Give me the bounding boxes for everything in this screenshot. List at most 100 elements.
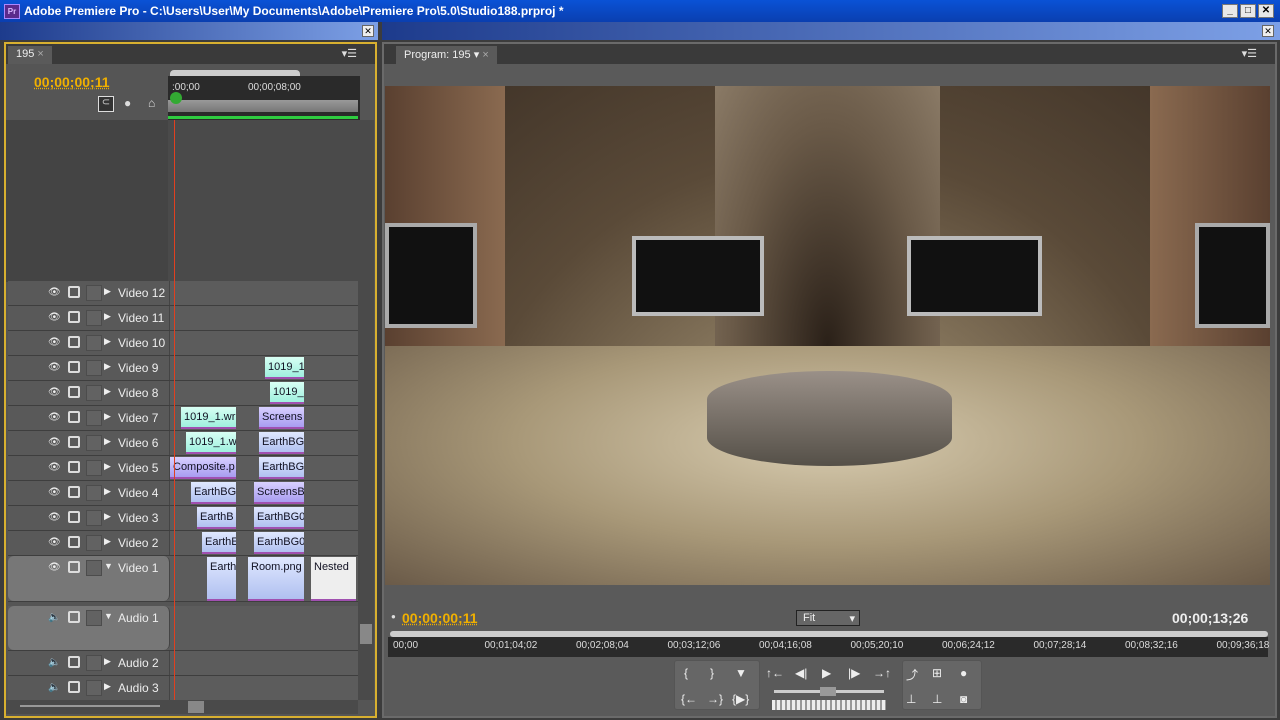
track-output-icon[interactable] bbox=[68, 511, 80, 523]
collapsed-triangle-icon[interactable]: ▶ bbox=[104, 536, 111, 547]
shuttle-handle[interactable] bbox=[820, 687, 836, 696]
track-output-icon[interactable] bbox=[68, 681, 80, 693]
output-button[interactable]: ● bbox=[960, 666, 967, 680]
close-panel-icon[interactable]: ✕ bbox=[362, 25, 374, 37]
mark-in-button[interactable]: { bbox=[684, 666, 688, 680]
eye-icon[interactable]: 👁 bbox=[48, 562, 61, 573]
step-back-button[interactable]: ◀| bbox=[795, 666, 807, 680]
collapsed-triangle-icon[interactable]: ▶ bbox=[104, 486, 111, 497]
eye-icon[interactable]: 👁 bbox=[48, 287, 61, 298]
track-output-icon[interactable] bbox=[68, 656, 80, 668]
triangle-icon[interactable]: ▶ bbox=[104, 656, 111, 667]
triangle-icon[interactable]: ▶ bbox=[104, 681, 111, 692]
eye-icon[interactable]: 👁 bbox=[48, 337, 61, 348]
shuttle-slider[interactable] bbox=[774, 687, 884, 696]
track-output-icon[interactable] bbox=[68, 361, 80, 373]
collapsed-triangle-icon[interactable]: ▶ bbox=[104, 511, 111, 522]
track-header[interactable]: 👁 ▼ Video 1 bbox=[8, 556, 170, 601]
triangle-icon[interactable]: ▼ bbox=[104, 611, 113, 621]
scroll-thumb[interactable] bbox=[188, 701, 204, 713]
loop-button[interactable]: ⤴ bbox=[906, 666, 918, 683]
track-header[interactable]: 👁 ▶ Video 3 bbox=[8, 506, 170, 530]
set-marker-button[interactable]: ▼ bbox=[735, 666, 747, 680]
set-marker-icon[interactable]: ⌂ bbox=[148, 96, 155, 110]
zoom-bar[interactable] bbox=[170, 70, 300, 76]
speaker-icon[interactable]: 🔈 bbox=[48, 657, 60, 668]
track-header[interactable]: 👁 ▶ Video 7 bbox=[8, 406, 170, 430]
close-tab-icon[interactable]: × bbox=[37, 48, 43, 60]
collapsed-triangle-icon[interactable]: ▶ bbox=[104, 361, 111, 372]
lock-toggle[interactable] bbox=[86, 610, 102, 626]
track-output-icon[interactable] bbox=[68, 411, 80, 423]
close-button[interactable]: ✕ bbox=[1258, 4, 1274, 18]
lock-toggle[interactable] bbox=[86, 535, 102, 551]
timeline-timecode[interactable]: 00;00;00;11 bbox=[34, 74, 110, 90]
track-output-icon[interactable] bbox=[68, 461, 80, 473]
track-header[interactable]: 🔈 ▼ Audio 1 bbox=[8, 606, 170, 650]
expanded-triangle-icon[interactable]: ▼ bbox=[104, 561, 113, 571]
speaker-icon[interactable]: 🔈 bbox=[48, 612, 60, 623]
scroll-thumb[interactable] bbox=[360, 624, 372, 644]
clip[interactable]: 1019_1.w bbox=[186, 432, 236, 454]
clip[interactable]: EarthBG bbox=[191, 482, 236, 504]
timeline-ruler[interactable]: :00;00 00;00;08;00 bbox=[168, 70, 360, 120]
snap-icon[interactable]: ⊂ bbox=[98, 96, 114, 112]
program-current-time[interactable]: 00;00;00;11 bbox=[402, 610, 478, 626]
clip[interactable]: 1019_1.wr bbox=[181, 407, 236, 429]
collapsed-triangle-icon[interactable]: ▶ bbox=[104, 311, 111, 322]
go-to-previous-edit-button[interactable]: ↑← bbox=[766, 666, 784, 680]
collapsed-triangle-icon[interactable]: ▶ bbox=[104, 461, 111, 472]
clip[interactable]: 1019_1 bbox=[265, 357, 304, 379]
track-header[interactable]: 👁 ▶ Video 12 bbox=[8, 281, 170, 305]
clip[interactable]: ScreensB bbox=[254, 482, 304, 504]
clip[interactable]: EarthE bbox=[202, 532, 236, 554]
lock-toggle[interactable] bbox=[86, 385, 102, 401]
minimize-button[interactable]: _ bbox=[1222, 4, 1238, 18]
time-ruler-ticks[interactable] bbox=[168, 100, 358, 112]
lock-toggle[interactable] bbox=[86, 460, 102, 476]
clip[interactable]: Composite.p bbox=[170, 457, 236, 479]
lock-toggle[interactable] bbox=[86, 680, 102, 696]
clip[interactable]: EarthBG bbox=[259, 457, 304, 479]
lock-toggle[interactable] bbox=[86, 510, 102, 526]
panel-menu-icon[interactable]: ▾☰ bbox=[342, 47, 357, 60]
track-output-icon[interactable] bbox=[68, 486, 80, 498]
eye-icon[interactable]: 👁 bbox=[48, 487, 61, 498]
clip[interactable]: 1019_ bbox=[270, 382, 304, 404]
tab-program[interactable]: Program: 195 ▾ × bbox=[396, 46, 497, 64]
collapsed-triangle-icon[interactable]: ▶ bbox=[104, 286, 111, 297]
horizontal-scrollbar[interactable] bbox=[6, 700, 358, 714]
export-frame-button[interactable]: ◙ bbox=[960, 692, 967, 706]
marker-icon[interactable]: ● bbox=[124, 96, 131, 110]
track-header[interactable]: 👁 ▶ Video 8 bbox=[8, 381, 170, 405]
tab-sequence[interactable]: 195 × bbox=[8, 46, 52, 64]
lock-toggle[interactable] bbox=[86, 485, 102, 501]
eye-icon[interactable]: 👁 bbox=[48, 437, 61, 448]
clip[interactable]: EarthB bbox=[197, 507, 236, 529]
close-panel-icon[interactable]: ✕ bbox=[1262, 25, 1274, 37]
track-header[interactable]: 👁 ▶ Video 2 bbox=[8, 531, 170, 555]
collapsed-triangle-icon[interactable]: ▶ bbox=[104, 336, 111, 347]
track-output-icon[interactable] bbox=[68, 436, 80, 448]
eye-icon[interactable]: 👁 bbox=[48, 312, 61, 323]
eye-icon[interactable]: 👁 bbox=[48, 512, 61, 523]
eye-icon[interactable]: 👁 bbox=[48, 462, 61, 473]
collapsed-triangle-icon[interactable]: ▶ bbox=[104, 411, 111, 422]
play-button[interactable]: ▶ bbox=[822, 666, 831, 680]
panel-menu-icon[interactable]: ▾☰ bbox=[1242, 47, 1257, 60]
lock-toggle[interactable] bbox=[86, 560, 102, 576]
track-header[interactable]: 👁 ▶ Video 6 bbox=[8, 431, 170, 455]
clip[interactable]: Room.png bbox=[248, 557, 304, 601]
clip[interactable]: Nested bbox=[311, 557, 356, 601]
speaker-icon[interactable]: 🔈 bbox=[48, 682, 60, 693]
play-in-to-out-button[interactable]: {▶} bbox=[732, 692, 749, 706]
track-output-icon[interactable] bbox=[68, 311, 80, 323]
track-output-icon[interactable] bbox=[68, 611, 80, 623]
track-header[interactable]: 👁 ▶ Video 4 bbox=[8, 481, 170, 505]
lock-toggle[interactable] bbox=[86, 655, 102, 671]
playhead-handle[interactable] bbox=[170, 92, 182, 104]
lock-toggle[interactable] bbox=[86, 410, 102, 426]
eye-icon[interactable]: 👁 bbox=[48, 387, 61, 398]
zoom-select[interactable]: Fit ▾ bbox=[796, 610, 860, 626]
lock-toggle[interactable] bbox=[86, 360, 102, 376]
